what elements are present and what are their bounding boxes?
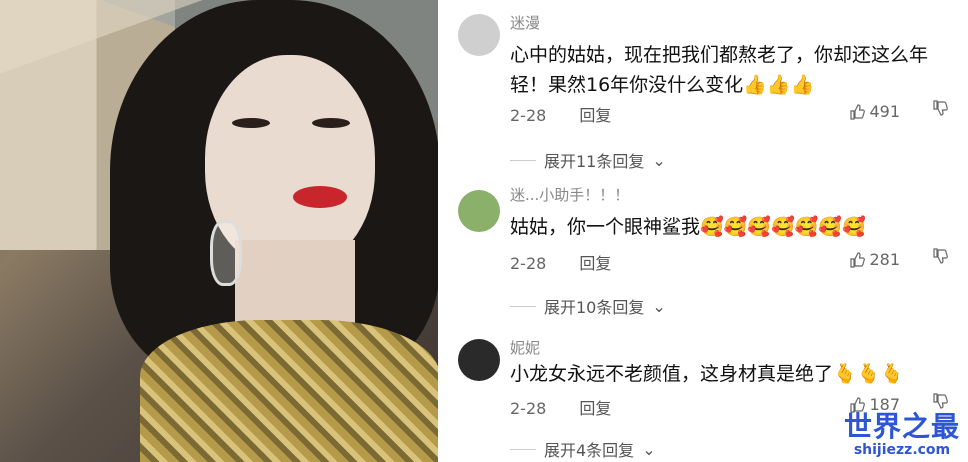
divider-line — [510, 305, 536, 307]
chevron-down-icon: ⌄ — [652, 150, 666, 170]
comment-text: 姑姑，你一个眼神鲨我🥰🥰🥰🥰🥰🥰🥰 — [510, 216, 866, 238]
comment-text: 心中的姑姑，现在把我们都熬老了，你却还这么年轻！果然16年你没什么变化👍👍👍 — [510, 44, 929, 96]
divider-line — [510, 159, 536, 161]
thumbs-up-icon — [850, 103, 866, 120]
comment-meta: 2-28 回复 — [510, 102, 611, 126]
like-button[interactable]: 491 — [849, 102, 900, 121]
comment-item: 迷...小助手！！！ 姑姑，你一个眼神鲨我🥰🥰🥰🥰🥰🥰🥰 2-28 回复 281… — [438, 170, 968, 325]
thumbs-down-icon — [933, 100, 948, 116]
earring — [210, 220, 242, 286]
user-avatar[interactable] — [458, 339, 500, 381]
comment-date: 2-28 — [510, 106, 547, 125]
thumbs-down-icon — [933, 393, 948, 409]
watermark-title: 世界之最 — [843, 410, 960, 443]
reply-button[interactable]: 回复 — [579, 106, 611, 125]
dislike-button[interactable] — [932, 100, 948, 120]
like-count: 281 — [869, 250, 900, 269]
watermark-url: shijiezz.com — [853, 442, 951, 458]
dislike-button[interactable] — [932, 248, 948, 268]
user-avatar[interactable] — [458, 14, 500, 56]
expand-replies-label: 展开4条回复 — [544, 441, 635, 460]
chevron-down-icon: ⌄ — [652, 296, 666, 316]
comment-text: 小龙女永远不老颜值，这身材真是绝了🫰🫰🫰 — [510, 363, 904, 385]
comment-item: 迷漫 心中的姑姑，现在把我们都熬老了，你却还这么年轻！果然16年你没什么变化👍👍… — [438, 0, 968, 172]
comment-date: 2-28 — [510, 254, 547, 273]
site-watermark: 世界之最 shijiezz.com — [843, 410, 960, 459]
expand-replies-label: 展开11条回复 — [544, 152, 645, 171]
thumbs-up-icon — [850, 251, 866, 268]
right-eye — [312, 118, 350, 128]
divider-line — [510, 448, 536, 450]
comment-date: 2-28 — [510, 399, 547, 418]
comment-meta: 2-28 回复 — [510, 250, 611, 274]
chevron-down-icon: ⌄ — [642, 439, 656, 459]
expand-replies[interactable]: 展开11条回复 ⌄ — [510, 148, 666, 172]
lips — [293, 186, 347, 208]
like-count: 491 — [869, 102, 900, 121]
expand-replies[interactable]: 展开10条回复 ⌄ — [510, 294, 666, 318]
reply-button[interactable]: 回复 — [579, 254, 611, 273]
expand-replies[interactable]: 展开4条回复 ⌄ — [510, 437, 656, 461]
expand-replies-label: 展开10条回复 — [544, 298, 645, 317]
username[interactable]: 妮妮 — [510, 337, 540, 358]
sequin-dress — [140, 320, 438, 462]
username[interactable]: 迷漫 — [510, 12, 540, 33]
portrait-photo — [0, 0, 438, 462]
left-eye — [232, 118, 270, 128]
comment-list: 迷漫 心中的姑姑，现在把我们都熬老了，你却还这么年轻！果然16年你没什么变化👍👍… — [438, 0, 968, 462]
user-avatar[interactable] — [458, 190, 500, 232]
username[interactable]: 迷...小助手！！！ — [510, 184, 629, 205]
reply-button[interactable]: 回复 — [579, 399, 611, 418]
thumbs-down-icon — [933, 248, 948, 264]
like-button[interactable]: 281 — [849, 250, 900, 269]
comment-meta: 2-28 回复 — [510, 395, 611, 419]
